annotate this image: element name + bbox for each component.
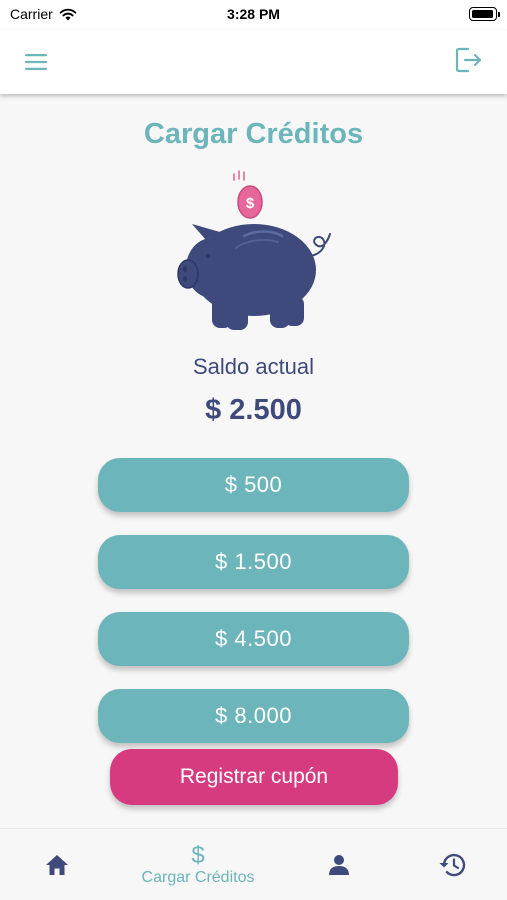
- dollar-icon: $: [191, 841, 205, 869]
- nav-home[interactable]: [0, 829, 120, 900]
- piggy-bank-illustration: $: [177, 170, 331, 330]
- battery-icon: [469, 7, 500, 21]
- nav-profile[interactable]: [276, 829, 402, 900]
- person-icon: [329, 855, 349, 875]
- logout-button[interactable]: [453, 44, 485, 76]
- balance-label: Saldo actual: [192, 354, 315, 379]
- menu-button[interactable]: [20, 46, 52, 78]
- amount-button-4500[interactable]: $ 4.500: [98, 612, 409, 666]
- main-content: Cargar Créditos $ Saldo actual $ 2.500 $: [0, 94, 507, 828]
- history-icon: [439, 853, 466, 877]
- amount-button-8000[interactable]: $ 8.000: [98, 689, 409, 743]
- register-coupon-button[interactable]: Registrar cupón: [110, 749, 398, 805]
- status-bar: Carrier 3:28 PM: [0, 0, 507, 30]
- amount-button-1500[interactable]: $ 1.500: [98, 535, 409, 589]
- hamburger-menu-icon: [25, 54, 47, 70]
- page-title: Cargar Créditos: [143, 118, 364, 150]
- amount-button-500[interactable]: $ 500: [98, 458, 409, 512]
- logout-icon: [455, 47, 482, 73]
- balance-value: $ 2.500: [205, 394, 302, 426]
- status-time: 3:28 PM: [227, 6, 280, 22]
- bottom-navigation: $ Cargar Créditos: [0, 828, 507, 900]
- nav-label-cargar-creditos: Cargar Créditos: [141, 868, 255, 886]
- nav-history[interactable]: [389, 829, 507, 900]
- app-bar: [0, 30, 507, 94]
- home-icon: [46, 855, 68, 875]
- nav-cargar-creditos[interactable]: $ Cargar Créditos: [135, 829, 261, 900]
- svg-text:$: $: [246, 195, 255, 212]
